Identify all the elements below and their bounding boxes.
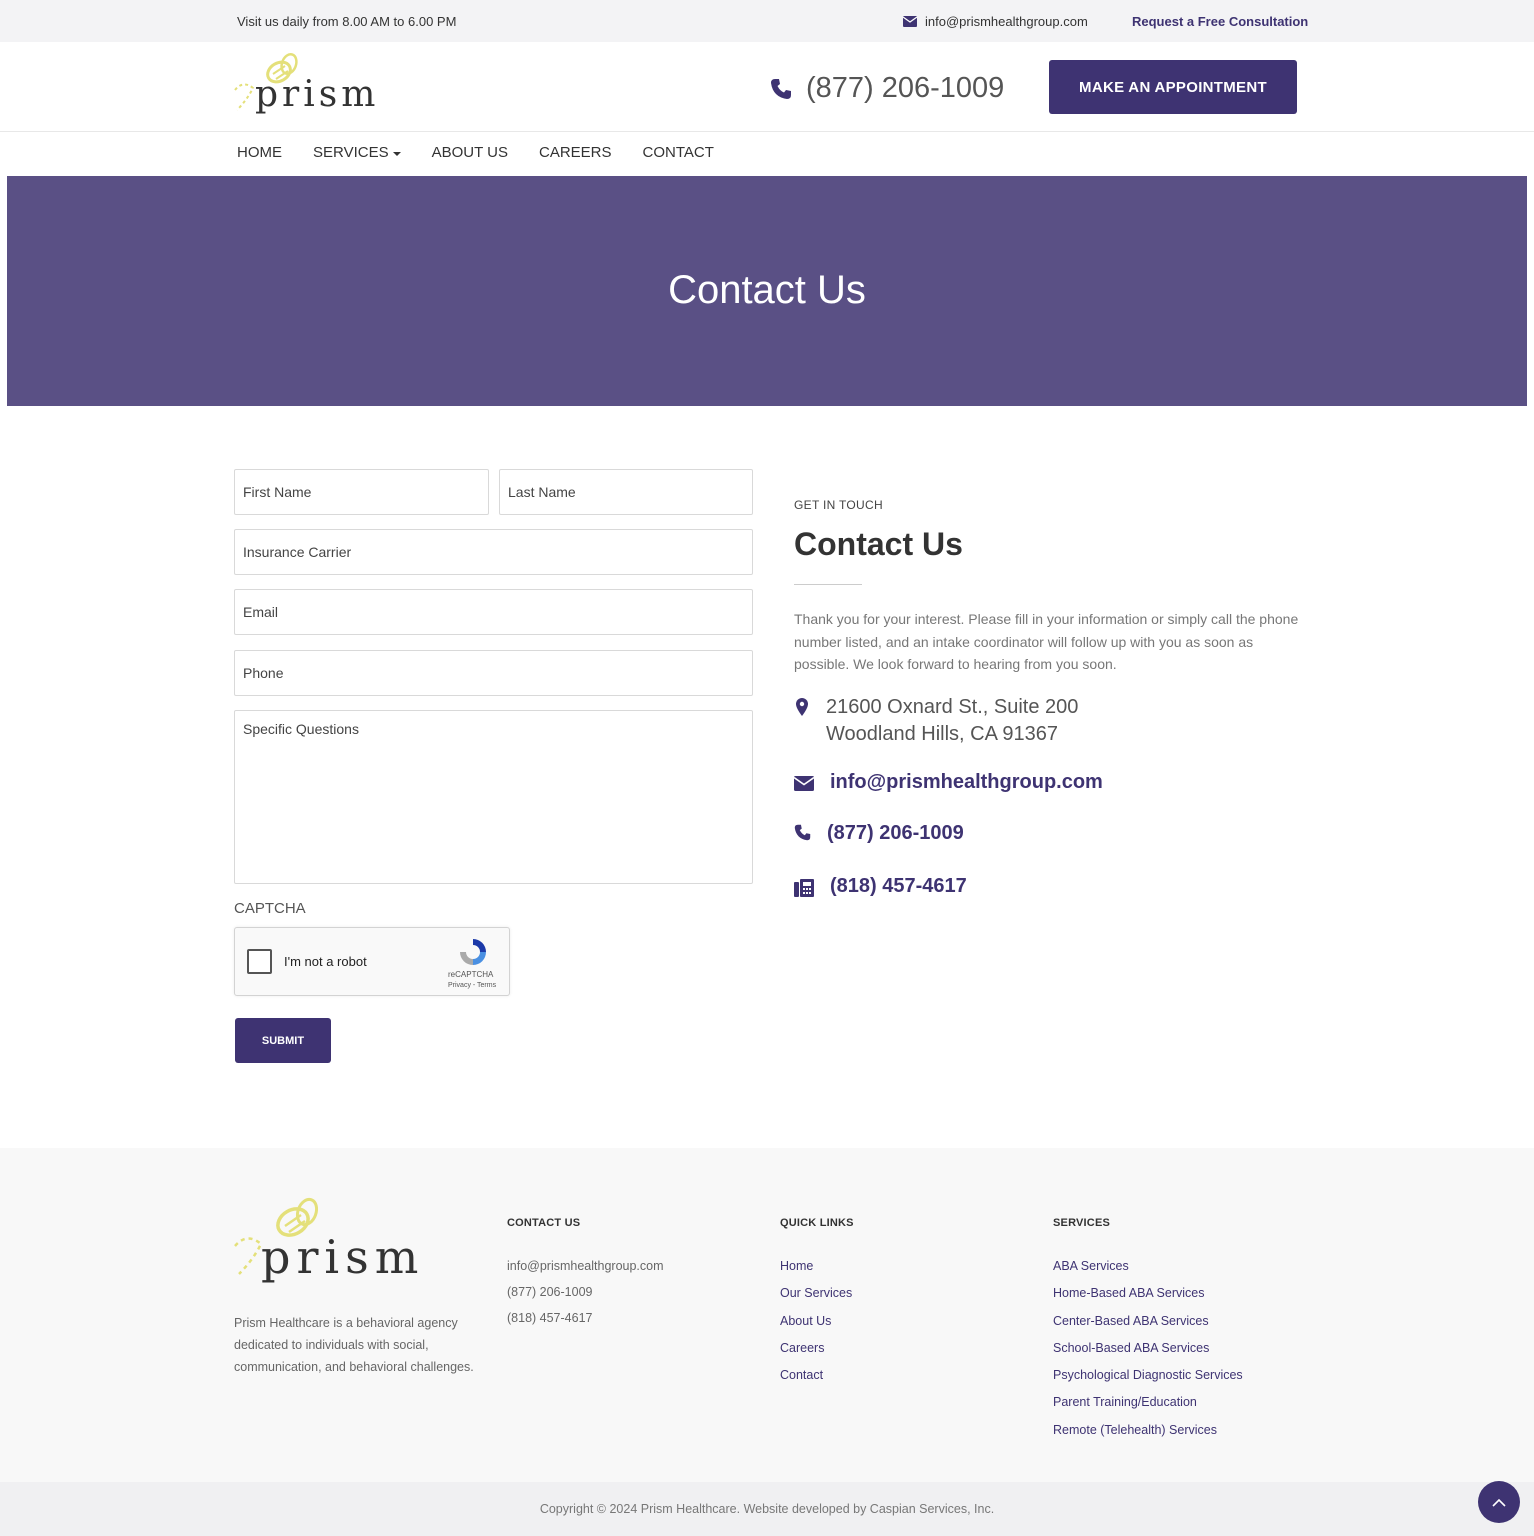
phone-input[interactable] [234,650,753,696]
nav-home[interactable]: HOME [237,144,282,161]
footer-email[interactable]: info@prismhealthgroup.com [507,1253,664,1279]
email-row[interactable]: info@prismhealthgroup.com [794,769,1103,796]
recaptcha-widget: I'm not a robot reCAPTCHA Privacy - Term… [234,927,510,996]
contact-fax-link[interactable]: (818) 457-4617 [830,873,967,900]
footer-link-about-us[interactable]: About Us [780,1308,854,1335]
footer-quick-links-heading: QUICK LINKS [780,1217,854,1229]
make-appointment-button[interactable]: MAKE AN APPOINTMENT [1049,60,1297,114]
recaptcha-logo-icon [460,939,486,965]
map-pin-icon [796,698,808,716]
opening-hours: Visit us daily from 8.00 AM to 6.00 PM [237,14,457,29]
phone-row[interactable]: (877) 206-1009 [794,820,964,847]
site-header: prism (877) 206-1009 MAKE AN APPOINTMENT [0,42,1534,132]
footer-services-heading: SERVICES [1053,1217,1111,1229]
footer-link-our-services[interactable]: Our Services [780,1280,854,1307]
submit-button[interactable]: SUBMIT [235,1018,331,1063]
header-phone-link[interactable]: (877) 206-1009 [770,72,1004,105]
contact-heading: Contact Us [794,526,963,562]
footer-service-school-based[interactable]: School-Based ABA Services [1053,1335,1243,1362]
recaptcha-checkbox[interactable] [247,949,272,974]
site-logo[interactable]: prism [233,52,375,124]
footer-service-home-based[interactable]: Home-Based ABA Services [1053,1280,1243,1307]
footer-logo[interactable]: prism [233,1196,423,1292]
footer-fax[interactable]: (818) 457-4617 [507,1305,664,1331]
footer-service-telehealth[interactable]: Remote (Telehealth) Services [1053,1417,1243,1444]
nav-about-us[interactable]: ABOUT US [432,144,508,161]
footer-service-parent-training[interactable]: Parent Training/Education [1053,1389,1243,1416]
first-name-input[interactable] [234,469,489,515]
last-name-input[interactable] [499,469,753,515]
envelope-icon [903,16,917,27]
address-line-1: 21600 Oxnard St., Suite 200 [826,696,1079,718]
fax-row[interactable]: (818) 457-4617 [794,873,967,900]
footer-link-home[interactable]: Home [780,1253,854,1280]
nav-careers[interactable]: CAREERS [539,144,612,161]
page-title: Contact Us [668,268,866,312]
contact-description: Thank you for your interest. Please fill… [794,611,1299,672]
contact-phone-link[interactable]: (877) 206-1009 [827,820,964,847]
top-bar: Visit us daily from 8.00 AM to 6.00 PM i… [0,0,1534,42]
chevron-up-icon [1492,1498,1506,1507]
nav-services[interactable]: SERVICES [313,144,401,161]
topbar-email-text: info@prismhealthgroup.com [925,14,1088,29]
footer-service-aba[interactable]: ABA Services [1053,1253,1243,1280]
email-input[interactable] [234,589,753,635]
fax-icon [794,879,814,897]
footer-services-column: SERVICES ABA Services Home-Based ABA Ser… [1053,1217,1243,1444]
footer-contact-column: CONTACT US info@prismhealthgroup.com (87… [507,1217,664,1331]
captcha-label: CAPTCHA [234,900,306,917]
footer-quick-links-column: QUICK LINKS Home Our Services About Us C… [780,1217,854,1389]
footer-contact-heading: CONTACT US [507,1217,581,1229]
copyright-text: Copyright © 2024 Prism Healthcare. Websi… [539,1502,995,1516]
phone-icon [794,824,811,841]
contact-email-link[interactable]: info@prismhealthgroup.com [830,769,1103,796]
address-row: 21600 Oxnard St., Suite 200 Woodland Hil… [794,694,1078,748]
insurance-carrier-input[interactable] [234,529,753,575]
footer-service-center-based[interactable]: Center-Based ABA Services [1053,1308,1243,1335]
footer-phone[interactable]: (877) 206-1009 [507,1279,664,1305]
specific-questions-textarea[interactable] [234,710,753,884]
logo-wordmark: prism [255,74,380,115]
topbar-email-link[interactable]: info@prismhealthgroup.com [903,14,1088,29]
free-consultation-link[interactable]: Request a Free Consultation [1132,14,1308,29]
nav-contact[interactable]: CONTACT [643,144,714,161]
address-line-2: Woodland Hills, CA 91367 [826,723,1058,745]
heading-divider [794,584,862,585]
footer-link-careers[interactable]: Careers [780,1335,854,1362]
header-phone-number: (877) 206-1009 [806,72,1005,104]
main-navigation: HOME SERVICES ABOUT US CAREERS CONTACT [0,133,1534,176]
footer-logo-wordmark: prism [261,1230,425,1284]
get-in-touch-eyebrow: GET IN TOUCH [794,498,883,512]
footer-link-contact[interactable]: Contact [780,1362,854,1389]
phone-icon [771,78,791,99]
page-banner: Contact Us [7,176,1527,406]
caret-down-icon [392,151,401,156]
recaptcha-terms-link[interactable]: Privacy - Terms [448,982,496,989]
site-footer [0,1148,1534,1482]
envelope-icon [794,776,814,791]
recaptcha-brand: reCAPTCHA [448,970,494,979]
footer-service-diagnostic[interactable]: Psychological Diagnostic Services [1053,1362,1243,1389]
recaptcha-label: I'm not a robot [284,954,367,969]
copyright-bar: Copyright © 2024 Prism Healthcare. Websi… [0,1482,1534,1536]
footer-about-text: Prism Healthcare is a behavioral agency … [234,1316,474,1374]
back-to-top-button[interactable] [1478,1481,1520,1523]
